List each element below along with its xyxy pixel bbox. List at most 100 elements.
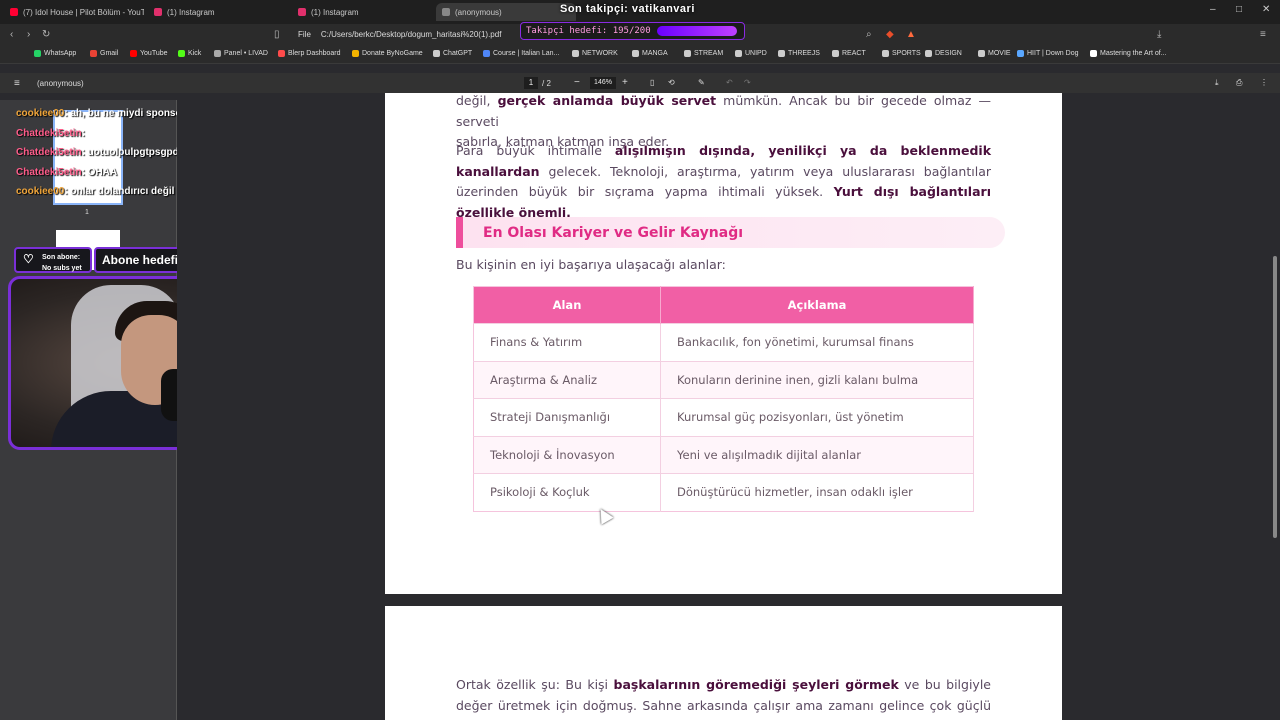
bookmark-item[interactable]: ChatGPT xyxy=(433,50,472,57)
bookmark-icon xyxy=(130,50,137,57)
forward-icon[interactable]: › xyxy=(27,29,30,40)
bookmark-item[interactable]: Mastering the Art of... xyxy=(1090,50,1167,57)
pdf-page-2: Ortak özellik şu: Bu kişi başkalarının g… xyxy=(385,606,1062,720)
page2-text: Ortak özellik şu: Bu kişi xyxy=(456,677,609,692)
close-icon[interactable]: ✕ xyxy=(1262,4,1270,15)
table-cell-aciklama: Yeni ve alışılmadık dijital alanlar xyxy=(660,435,974,474)
bookmark-icon[interactable]: ▯ xyxy=(274,29,280,40)
follower-goal-progress xyxy=(656,26,737,36)
bookmark-icon xyxy=(978,50,985,57)
chat-text: : OHAA xyxy=(81,167,118,178)
table-cell-aciklama: Bankacılık, fon yönetimi, kurumsal finan… xyxy=(660,323,974,361)
menu-icon[interactable]: ≡ xyxy=(1260,29,1266,40)
globe-icon xyxy=(442,8,450,16)
zoom-level[interactable]: 146% xyxy=(590,77,616,89)
bookmark-label: NETWORK xyxy=(582,50,618,57)
tab-instagram[interactable]: (1) Instagram xyxy=(148,3,288,21)
table-cell-aciklama: Konuların derinine inen, gizli kalanı bu… xyxy=(660,360,974,399)
brave-shield-icon[interactable]: ◆ xyxy=(886,29,894,40)
tab-label: (1) Instagram xyxy=(167,7,215,17)
bookmark-icon xyxy=(778,50,785,57)
bookmark-item[interactable]: Panel • LIVAD xyxy=(214,50,268,57)
follower-goal-overlay: Takipçi hedefi: 195/200 xyxy=(520,22,745,40)
page-input[interactable]: 1 xyxy=(524,77,538,89)
bookmark-label: REACT xyxy=(842,50,866,57)
bookmark-icon xyxy=(632,50,639,57)
table-cell-alan: Finans & Yatırım xyxy=(473,323,661,361)
bookmark-item[interactable]: DESIGN xyxy=(925,50,962,57)
zoom-out-icon[interactable]: − xyxy=(574,77,580,88)
tab-youtube[interactable]: (7) Idol House | Pilot Bölüm - YouTub xyxy=(4,3,144,21)
bookmark-label: STREAM xyxy=(694,50,724,57)
table-row: Strateji Danışmanlığı Kurumsal güç pozisy… xyxy=(473,398,974,436)
zoom-icon[interactable]: ⌕ xyxy=(866,29,872,40)
bookmark-item[interactable]: MANGA xyxy=(632,50,668,57)
heart-icon: ♡ xyxy=(23,252,34,266)
redo-icon[interactable]: ↷ xyxy=(744,78,751,87)
table-row: Finans & Yatırım Bankacılık, fon yönetimi… xyxy=(473,323,974,361)
page2-bold: başkalarının göremediği şeyleri görmek xyxy=(613,677,899,692)
pdf-toolbar: ≡ (anonymous) 1 / 2 − 146% + ▯ ⟲ ✎ ↶ ↷ ⤓… xyxy=(0,73,1280,93)
para0-text: değil, xyxy=(456,93,491,108)
url-field[interactable]: File C:/Users/berkc/Desktop/dogum_harita… xyxy=(298,30,501,39)
sidebar-menu-icon[interactable]: ≡ xyxy=(14,78,20,89)
tab-instagram-2[interactable]: (1) Instagram xyxy=(292,3,432,21)
bookmark-item[interactable]: SPORTS xyxy=(882,50,921,57)
bookmark-icon xyxy=(832,50,839,57)
bookmark-label: Panel • LIVAD xyxy=(224,50,268,57)
zoom-in-icon[interactable]: + xyxy=(622,77,628,88)
bookmark-item[interactable]: HIIT | Down Dog xyxy=(1017,50,1079,57)
bookmark-item[interactable]: Donate ByNoGame xyxy=(352,50,423,57)
bookmark-item[interactable]: Course | Italian Lan... xyxy=(483,50,559,57)
bookmark-icon xyxy=(735,50,742,57)
youtube-icon xyxy=(10,8,18,16)
bookmark-item[interactable]: UNIPD xyxy=(735,50,767,57)
table-cell-aciklama: Kurumsal güç pozisyonları, üst yönetim xyxy=(660,398,974,436)
scrollbar-thumb[interactable] xyxy=(1273,256,1277,538)
print-icon[interactable]: ⎙ xyxy=(1236,78,1242,88)
undo-icon[interactable]: ↶ xyxy=(726,78,733,87)
bookmark-icon xyxy=(214,50,221,57)
rotate-icon[interactable]: ⟲ xyxy=(668,78,675,87)
bookmark-label: DESIGN xyxy=(935,50,962,57)
draw-icon[interactable]: ✎ xyxy=(698,78,705,87)
bookmark-label: Donate ByNoGame xyxy=(362,50,423,57)
minimize-icon[interactable]: – xyxy=(1210,4,1216,15)
download-icon[interactable]: ⤓ xyxy=(1157,29,1161,40)
bookmark-label: THREEJS xyxy=(788,50,820,57)
chat-message: Chatdeki5etin: uotuolpulpgtpsgpds xyxy=(16,147,184,158)
bookmark-label: MOVIE xyxy=(988,50,1011,57)
bookmark-item[interactable]: Blerp Dashboard xyxy=(278,50,341,57)
file-label: File xyxy=(298,30,311,39)
bookmark-item[interactable]: NETWORK xyxy=(572,50,618,57)
bookmark-icon xyxy=(882,50,889,57)
maximize-icon[interactable]: □ xyxy=(1236,4,1242,15)
table-row: Teknoloji & İnovasyon Yeni ve alışılmadık… xyxy=(473,435,974,474)
chat-username: cookiee00 xyxy=(16,108,65,119)
bookmark-item[interactable]: THREEJS xyxy=(778,50,820,57)
bookmark-icon xyxy=(178,50,185,57)
brave-rewards-icon[interactable]: ▲ xyxy=(906,29,916,40)
url-path: C:/Users/berkc/Desktop/dogum_haritasi%20… xyxy=(320,30,502,39)
fit-page-icon[interactable]: ▯ xyxy=(650,78,654,87)
tab-label: (7) Idol House | Pilot Bölüm - YouTub xyxy=(23,7,144,17)
bookmark-item[interactable]: WhatsApp xyxy=(34,50,76,57)
bookmark-label: HIIT | Down Dog xyxy=(1027,50,1079,57)
bookmark-item[interactable]: REACT xyxy=(832,50,866,57)
more-icon[interactable]: ⋮ xyxy=(1260,78,1268,87)
bookmark-item[interactable]: Gmail xyxy=(90,50,118,57)
bookmark-label: Blerp Dashboard xyxy=(288,50,341,57)
bookmark-item[interactable]: STREAM xyxy=(684,50,723,57)
tab-anonymous[interactable]: (anonymous) xyxy=(436,3,576,21)
back-icon[interactable]: ‹ xyxy=(10,29,13,40)
pdf-download-icon[interactable]: ⤓ xyxy=(1215,78,1219,88)
bookmark-item[interactable]: YouTube xyxy=(130,50,168,57)
para0-bold: gerçek anlamda büyük servet xyxy=(497,93,717,108)
reload-icon[interactable]: ↻ xyxy=(42,29,50,40)
bookmark-item[interactable]: MOVIE xyxy=(978,50,1011,57)
bookmark-icon xyxy=(684,50,691,57)
bookmark-item[interactable]: Kick xyxy=(178,50,201,57)
table-cell-alan: Strateji Danışmanlığı xyxy=(473,398,661,436)
vertical-scrollbar[interactable] xyxy=(1270,93,1280,720)
page-total: / 2 xyxy=(542,79,551,88)
